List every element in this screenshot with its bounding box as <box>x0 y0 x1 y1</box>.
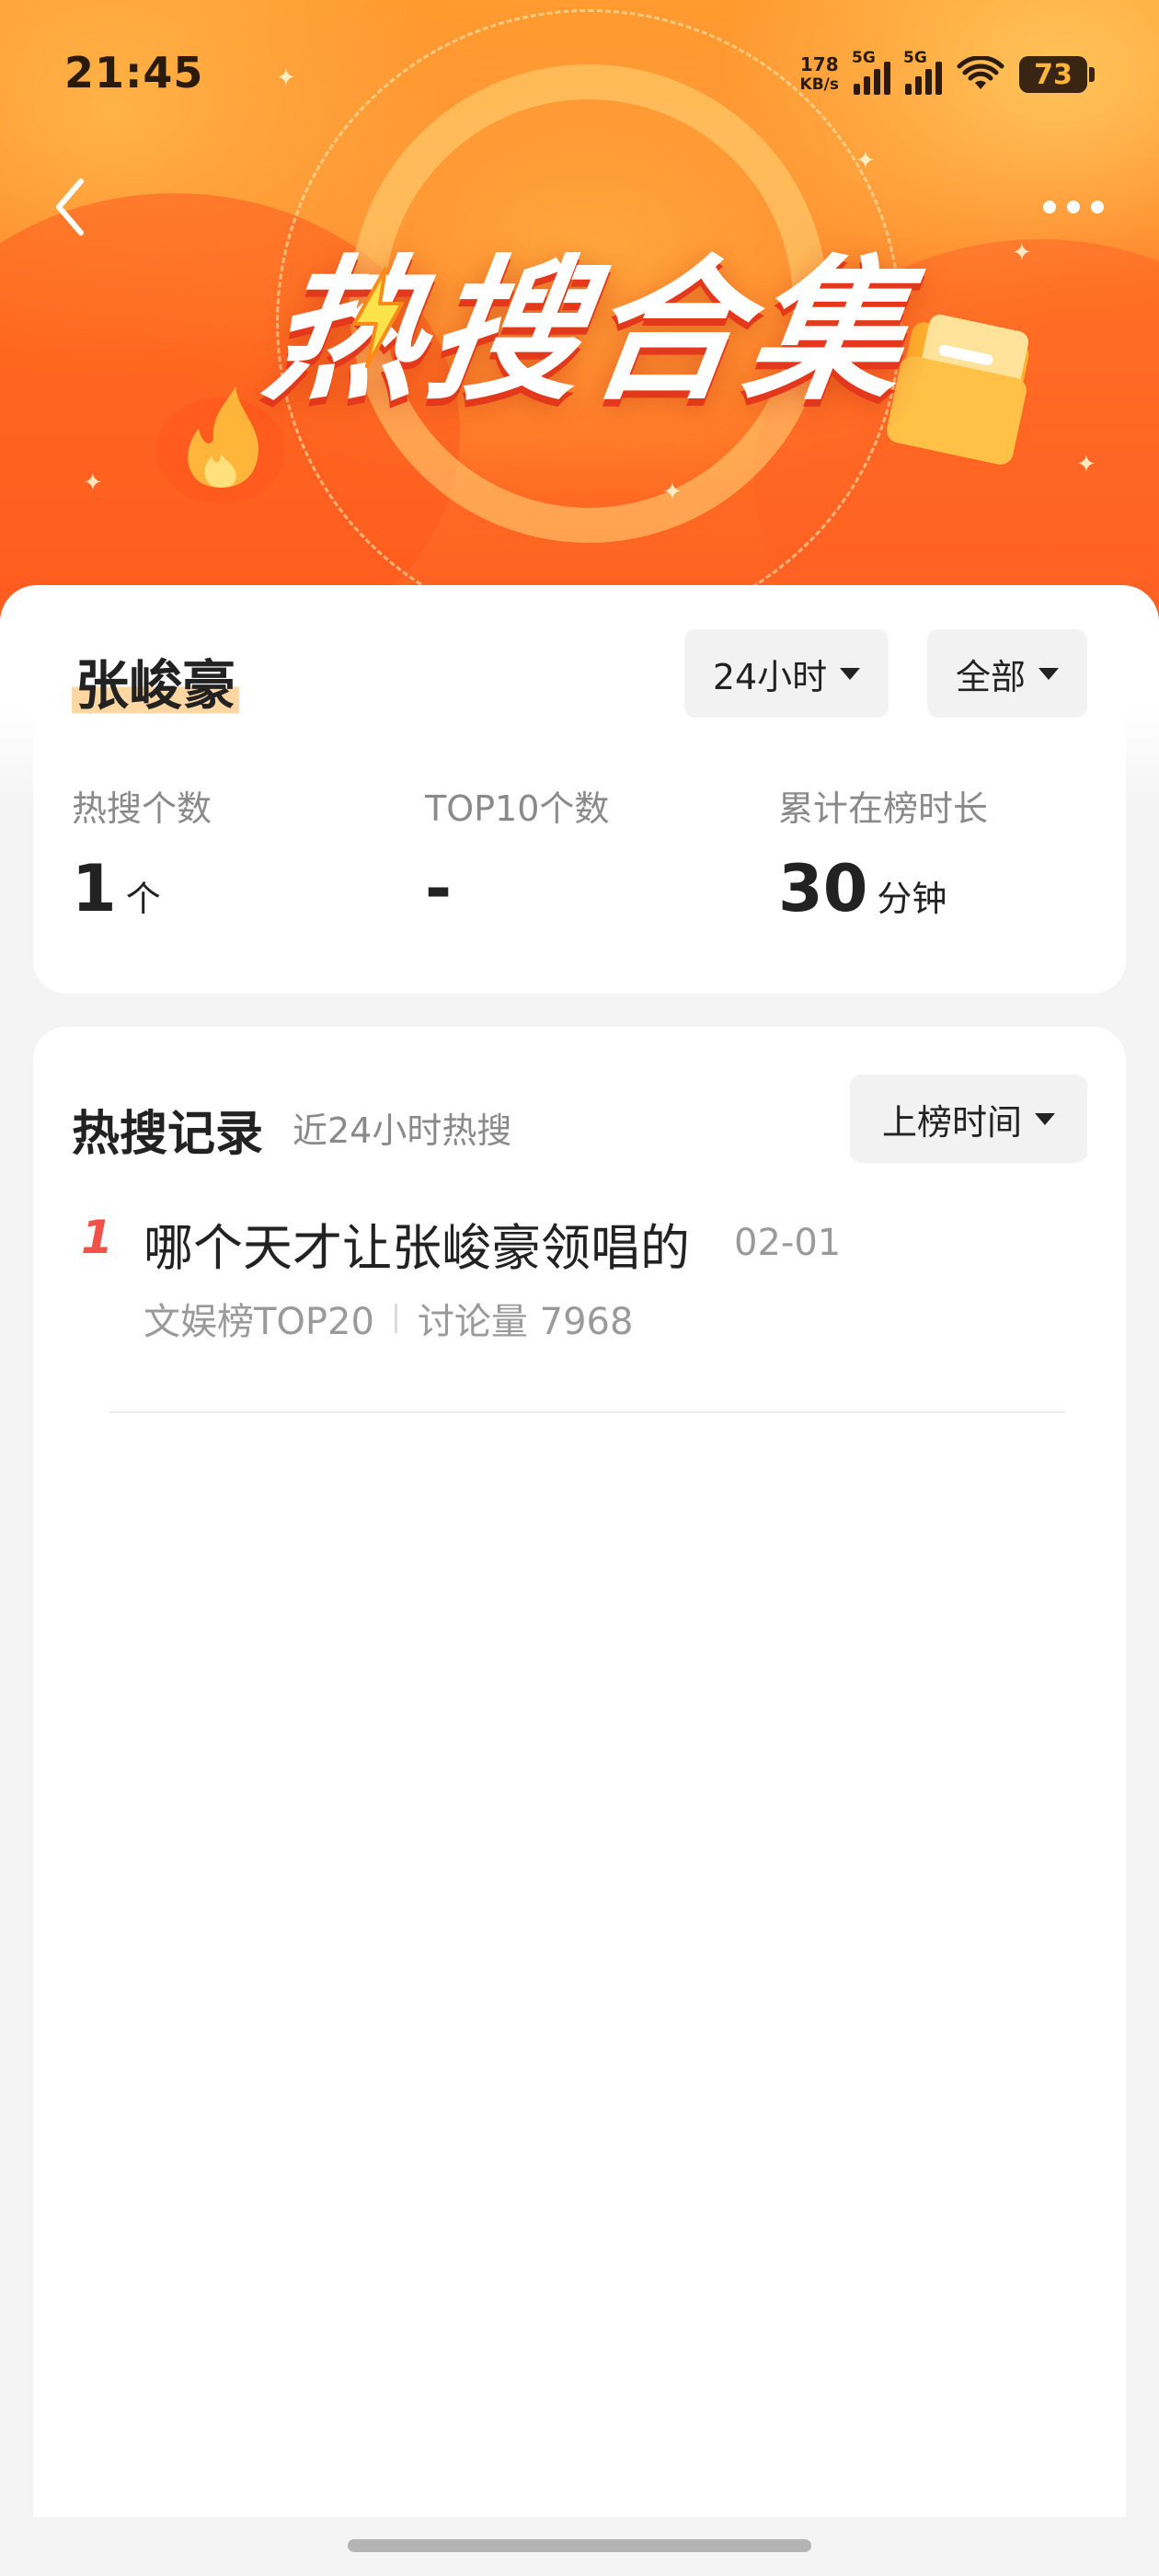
back-button[interactable] <box>40 175 99 239</box>
records-subtitle: 近24小时热搜 <box>293 1110 512 1151</box>
stat-value: 1 <box>72 851 117 926</box>
record-board: 文娱榜TOP20 <box>143 1301 374 1343</box>
header-banner: ✦ ✦ ✦ ✦ ✦ ✦ 21:45 178 KB/s 5G 5G 73 热搜合集 <box>0 0 1159 644</box>
time-range-label: 24小时 <box>712 656 828 697</box>
records-title: 热搜记录 <box>72 1107 264 1162</box>
signal-icon: 5G <box>852 49 890 95</box>
stat-value: 30 <box>778 851 868 926</box>
stat-top10-count: TOP10个数 - <box>425 780 609 921</box>
records-card: 热搜记录 近24小时热搜 上榜时间 1 哪个天才让张峻豪领唱的 02-01 文娱… <box>33 1027 1126 2517</box>
category-label: 全部 <box>955 656 1026 697</box>
sparkle-icon: ✦ <box>1012 239 1032 267</box>
network-speed: 178 KB/s <box>800 54 839 95</box>
sparkle-icon: ✦ <box>83 469 103 497</box>
rank-number: 1 <box>81 1211 113 1264</box>
divider <box>109 1411 1065 1413</box>
lightning-icon <box>352 267 404 368</box>
signal-icon: 5G <box>903 49 942 95</box>
more-dots-icon <box>1043 201 1056 213</box>
stat-hot-search-count: 热搜个数 1 个 <box>72 780 212 921</box>
battery-level: 73 <box>1034 58 1073 91</box>
record-discussion: 讨论量 7968 <box>417 1301 634 1343</box>
stat-total-duration: 累计在榜时长 30 分钟 <box>778 780 988 921</box>
caret-down-icon <box>1039 667 1059 680</box>
stat-label: TOP10个数 <box>425 788 610 829</box>
sparkle-icon: ✦ <box>855 147 876 175</box>
sort-dropdown[interactable]: 上榜时间 <box>850 1075 1087 1163</box>
chevron-left-icon <box>56 178 84 236</box>
sparkle-icon: ✦ <box>1076 451 1096 478</box>
sort-label: 上榜时间 <box>881 1101 1022 1143</box>
home-indicator[interactable] <box>348 2539 811 2552</box>
stat-unit: 分钟 <box>877 879 947 919</box>
status-time: 21:45 <box>64 48 204 98</box>
caret-down-icon <box>1035 1112 1055 1125</box>
more-button[interactable] <box>1032 184 1115 230</box>
wifi-icon <box>957 56 1004 89</box>
sim1-label: 5G <box>852 49 876 67</box>
stat-label: 累计在榜时长 <box>778 788 989 829</box>
meta-divider <box>394 1304 397 1333</box>
summary-card: 张峻豪 24小时 全部 热搜个数 1 个 TOP10个数 - 累计在榜时长 30… <box>0 589 1159 994</box>
stat-label: 热搜个数 <box>72 788 212 829</box>
stat-unit: 个 <box>125 879 161 919</box>
sparkle-icon: ✦ <box>276 64 296 92</box>
category-dropdown[interactable]: 全部 <box>927 629 1087 718</box>
time-range-dropdown[interactable]: 24小时 <box>684 629 889 718</box>
sim2-label: 5G <box>903 49 927 67</box>
battery-icon: 73 <box>1019 56 1095 93</box>
caret-down-icon <box>840 667 861 680</box>
sparkle-icon: ✦ <box>662 478 683 506</box>
record-date: 02-01 <box>734 1222 842 1264</box>
network-speed-unit: KB/s <box>799 75 839 94</box>
stat-value: - <box>425 851 453 926</box>
person-name: 张峻豪 <box>72 642 240 719</box>
record-meta: 文娱榜TOP20 讨论量 7968 <box>143 1292 633 1345</box>
status-icons: 178 KB/s 5G 5G 73 <box>800 49 1095 98</box>
list-item[interactable]: 1 哪个天才让张峻豪领唱的 02-01 文娱榜TOP20 讨论量 7968 <box>33 1211 1126 1343</box>
record-title[interactable]: 哪个天才让张峻豪领唱的 <box>143 1207 690 1280</box>
network-speed-value: 178 <box>799 53 839 75</box>
